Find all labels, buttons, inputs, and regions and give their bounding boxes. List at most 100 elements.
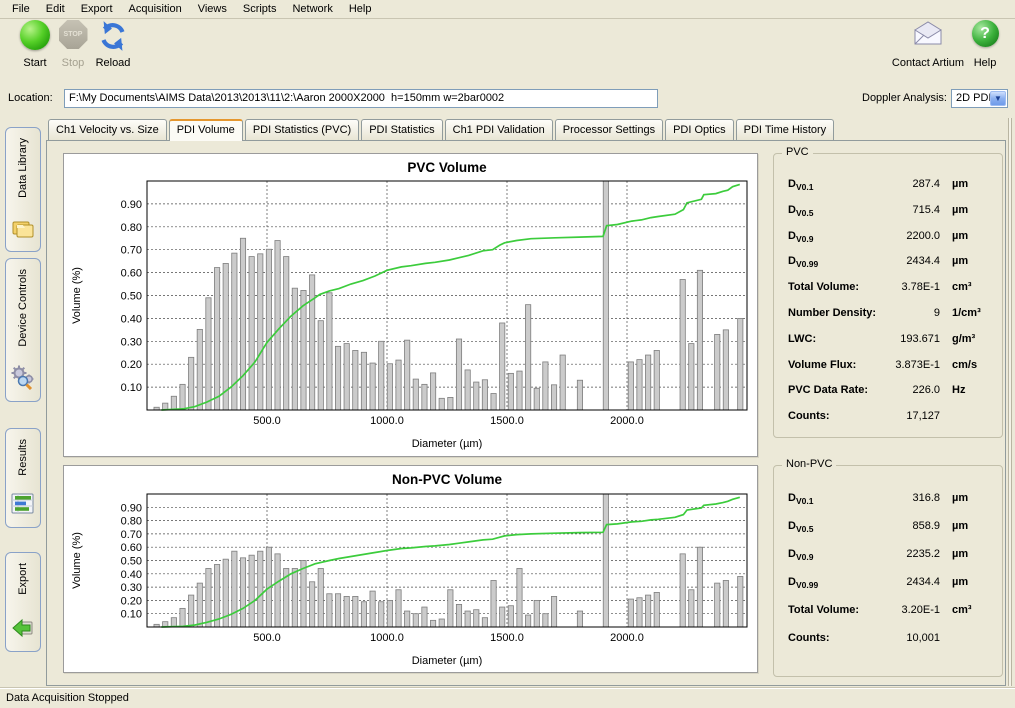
stat-label: Volume Flux: <box>788 359 878 371</box>
non-pvc-volume-chart-canvas: 0.100.200.300.400.500.600.700.800.90500.… <box>64 466 757 672</box>
stat-label: DV0.5 <box>788 204 878 218</box>
menu-item-edit[interactable]: Edit <box>38 1 73 17</box>
stat-label: Total Volume: <box>788 281 878 293</box>
non-pvc-stats-title: Non-PVC <box>782 458 836 470</box>
menu-item-help[interactable]: Help <box>341 1 380 17</box>
svg-text:500.0: 500.0 <box>253 415 281 427</box>
svg-text:0.90: 0.90 <box>121 199 142 211</box>
tab-ch1-velocity-vs-size[interactable]: Ch1 Velocity vs. Size <box>48 119 167 140</box>
stat-row: Number Density:91/cm³ <box>774 307 1002 333</box>
tab-pdi-time-history[interactable]: PDI Time History <box>736 119 835 140</box>
contact-artium-button[interactable]: Contact Artium <box>888 20 968 69</box>
stat-row: DV0.992434.4µm <box>774 576 1002 604</box>
doppler-analysis-value: 2D PDI <box>956 92 991 104</box>
menu-item-acquisition[interactable]: Acquisition <box>121 1 190 17</box>
svg-text:Volume (%): Volume (%) <box>71 532 83 589</box>
menu-item-file[interactable]: File <box>4 1 38 17</box>
tab-pdi-optics[interactable]: PDI Optics <box>665 119 734 140</box>
stat-value: 316.8 <box>878 492 940 504</box>
export-icon <box>10 616 36 643</box>
help-button[interactable]: ? Help <box>963 20 1007 69</box>
content-panel: 0.100.200.300.400.500.600.700.800.90500.… <box>46 140 1006 686</box>
pvc-stats-rows: DV0.1287.4µmDV0.5715.4µmDV0.92200.0µmDV0… <box>774 178 1002 436</box>
sidebar-item-label: Device Controls <box>17 269 29 347</box>
svg-text:500.0: 500.0 <box>253 632 281 644</box>
svg-text:0.60: 0.60 <box>121 268 142 280</box>
menu-item-views[interactable]: Views <box>190 1 235 17</box>
sidebar-item-export[interactable]: Export <box>5 552 41 652</box>
stat-unit: µm <box>940 255 992 267</box>
tab-pdi-volume[interactable]: PDI Volume <box>169 119 243 141</box>
stat-unit: cm³ <box>940 604 992 616</box>
stat-row: LWC:193.671g/m³ <box>774 333 1002 359</box>
svg-text:0.30: 0.30 <box>121 336 142 348</box>
stat-label: Number Density: <box>788 307 878 319</box>
reload-icon <box>97 20 129 52</box>
svg-text:2000.0: 2000.0 <box>610 632 644 644</box>
location-input[interactable]: F:\My Documents\AIMS Data\2013\2013\11\2… <box>64 89 658 108</box>
stat-row: DV0.992434.4µm <box>774 255 1002 281</box>
stat-unit: µm <box>940 178 992 190</box>
svg-text:1500.0: 1500.0 <box>490 415 524 427</box>
pvc-volume-chart: 0.100.200.300.400.500.600.700.800.90500.… <box>63 153 758 457</box>
stat-row: Counts:17,127 <box>774 410 1002 436</box>
stat-label: PVC Data Rate: <box>788 384 878 396</box>
location-row: Location: F:\My Documents\AIMS Data\2013… <box>0 86 1015 114</box>
envelope-icon <box>910 20 946 50</box>
menu-item-network[interactable]: Network <box>284 1 340 17</box>
stat-label: DV0.1 <box>788 178 878 192</box>
status-text: Data Acquisition Stopped <box>6 692 129 704</box>
doppler-analysis-label: Doppler Analysis: <box>835 92 947 104</box>
svg-text:0.20: 0.20 <box>121 595 142 607</box>
stat-row: DV0.5715.4µm <box>774 204 1002 230</box>
svg-text:0.40: 0.40 <box>121 313 142 325</box>
chart-icon <box>10 492 36 519</box>
sidebar-item-data-library[interactable]: Data Library <box>5 127 41 252</box>
sidebar-item-device-controls[interactable]: Device Controls <box>5 258 41 402</box>
svg-text:0.40: 0.40 <box>121 569 142 581</box>
reload-button-label: Reload <box>86 57 140 69</box>
stop-icon-text: STOP <box>64 31 83 38</box>
stat-row: Total Volume:3.20E-1cm³ <box>774 604 1002 632</box>
stat-value: 2434.4 <box>878 576 940 588</box>
splitter-handle[interactable] <box>1008 118 1012 686</box>
reload-button[interactable]: Reload <box>86 20 140 69</box>
stat-unit: µm <box>940 492 992 504</box>
stat-value: 226.0 <box>878 384 940 396</box>
stat-row: PVC Data Rate:226.0Hz <box>774 384 1002 410</box>
tab-pdi-statistics[interactable]: PDI Statistics <box>361 119 442 140</box>
svg-text:1000.0: 1000.0 <box>370 415 404 427</box>
stat-value: 2434.4 <box>878 255 940 267</box>
pvc-stats-groupbox: PVC DV0.1287.4µmDV0.5715.4µmDV0.92200.0µ… <box>773 153 1003 438</box>
tab-pdi-statistics-pvc-[interactable]: PDI Statistics (PVC) <box>245 119 359 140</box>
stat-row: Total Volume:3.78E-1cm³ <box>774 281 1002 307</box>
stat-value: 287.4 <box>878 178 940 190</box>
stat-value: 715.4 <box>878 204 940 216</box>
stat-unit: cm³ <box>940 281 992 293</box>
svg-text:0.90: 0.90 <box>121 502 142 514</box>
menu-item-scripts[interactable]: Scripts <box>235 1 285 17</box>
stat-row: DV0.92200.0µm <box>774 230 1002 256</box>
stat-unit: µm <box>940 576 992 588</box>
svg-text:Diameter (µm): Diameter (µm) <box>412 655 483 667</box>
menu-item-export[interactable]: Export <box>73 1 121 17</box>
doppler-analysis-select[interactable]: 2D PDI ▼ <box>951 89 1008 108</box>
sidebar-item-results[interactable]: Results <box>5 428 41 528</box>
stat-unit: µm <box>940 230 992 242</box>
tab-processor-settings[interactable]: Processor Settings <box>555 119 663 140</box>
svg-text:0.10: 0.10 <box>121 382 142 394</box>
stat-value: 2200.0 <box>878 230 940 242</box>
svg-text:0.50: 0.50 <box>121 291 142 303</box>
stat-row: DV0.5858.9µm <box>774 520 1002 548</box>
stat-unit: Hz <box>940 384 992 396</box>
stat-value: 193.671 <box>878 333 940 345</box>
tab-ch1-pdi-validation[interactable]: Ch1 PDI Validation <box>445 119 553 140</box>
menu-bar: FileEditExportAcquisitionViewsScriptsNet… <box>0 0 1015 19</box>
chevron-down-icon[interactable]: ▼ <box>990 91 1006 106</box>
stat-label: DV0.5 <box>788 520 878 534</box>
gears-icon <box>10 364 36 393</box>
sidebar-item-label: Export <box>17 563 29 595</box>
stat-label: Counts: <box>788 410 878 422</box>
non-pvc-stats-groupbox: Non-PVC DV0.1316.8µmDV0.5858.9µmDV0.9223… <box>773 465 1003 677</box>
stat-value: 858.9 <box>878 520 940 532</box>
